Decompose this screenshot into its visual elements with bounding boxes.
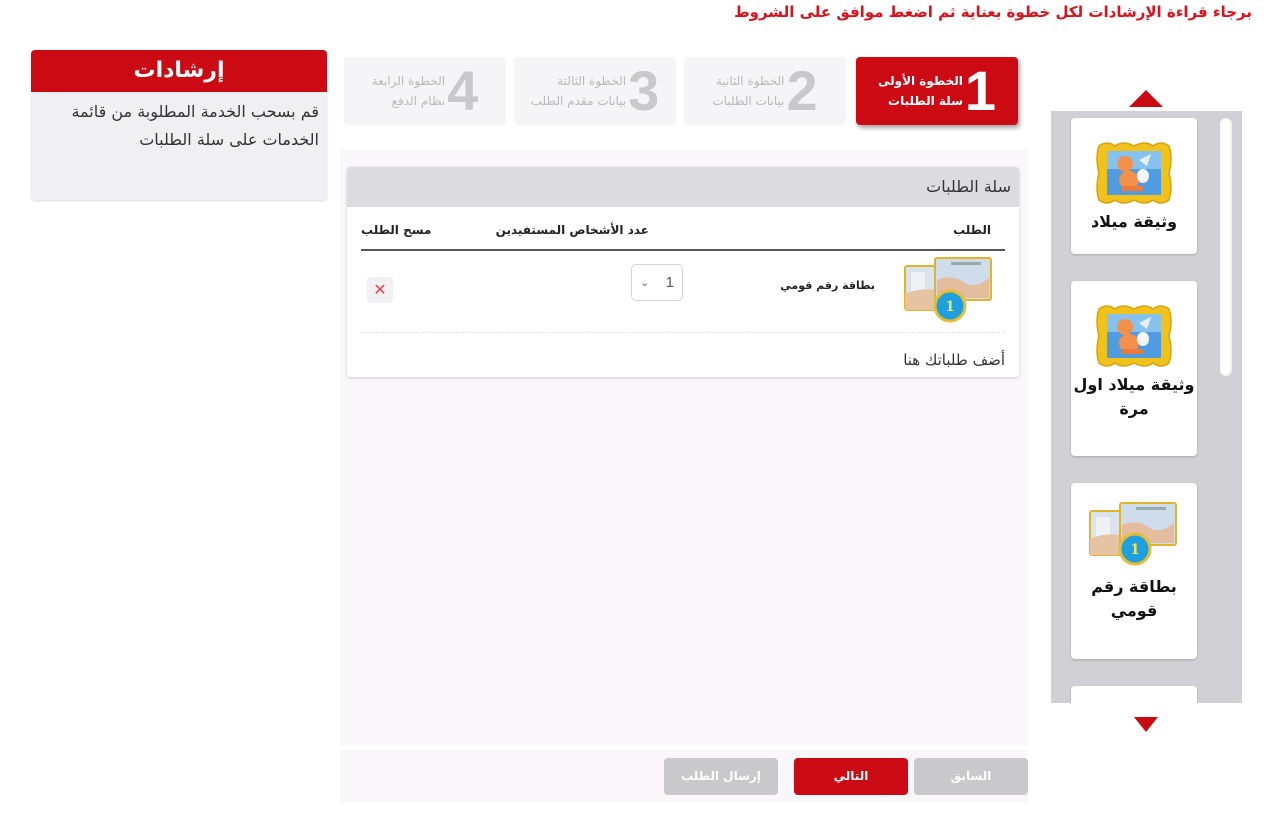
row-badge: 1 bbox=[945, 299, 955, 315]
instructions-panel: إرشادات قم بسحب الخدمة المطلوبة من قائمة… bbox=[31, 50, 327, 200]
service-card[interactable]: 1 بطاقة رقم قومي bbox=[1071, 483, 1197, 659]
step-title: الخطوة الأولى bbox=[877, 74, 963, 88]
step-subtitle: بيانات مقدم الطلب bbox=[530, 94, 627, 108]
next-button[interactable]: التالي bbox=[794, 758, 908, 795]
step-title: الخطوة الرابعة bbox=[371, 74, 446, 88]
step-1[interactable]: 1 الخطوة الأولى سلة الطلبات bbox=[856, 57, 1018, 125]
instructions-title: إرشادات bbox=[31, 50, 327, 92]
service-name: وثيقة ميلاد اول مرة bbox=[1073, 375, 1195, 418]
drop-zone-hint: أضف طلباتك هنا bbox=[903, 351, 1005, 369]
step-subtitle: سلة الطلبات bbox=[888, 94, 963, 108]
step-4[interactable]: 4 الخطوة الرابعة نظام الدفع bbox=[344, 57, 506, 125]
row-request-name: بطاقة رقم قومي bbox=[780, 279, 875, 292]
birth-certificate-icon bbox=[1096, 305, 1172, 367]
basket-title: سلة الطلبات bbox=[347, 167, 1019, 207]
delete-request-button[interactable]: ✕ bbox=[367, 277, 393, 303]
step-2[interactable]: 2 الخطوة الثانية بيانات الطلبات bbox=[684, 57, 846, 125]
instructions-text: قم بسحب الخدمة المطلوبة من قائمة الخدمات… bbox=[71, 102, 319, 149]
basket-table-header: الطلب عدد الأشخاص المستفيدين مسح الطلب bbox=[361, 219, 1005, 251]
service-badge: 1 bbox=[1130, 542, 1140, 558]
requests-basket[interactable]: سلة الطلبات الطلب عدد الأشخاص المستفيدين… bbox=[347, 167, 1019, 377]
step-subtitle: نظام الدفع bbox=[391, 94, 446, 108]
birth-certificate-icon bbox=[1096, 142, 1172, 204]
service-card[interactable] bbox=[1071, 686, 1197, 703]
national-id-card-icon: 1 bbox=[904, 257, 992, 323]
services-list[interactable]: وثيقة ميلاد وثيقة ميلاد اول مرة 1 بطاقة … bbox=[1051, 111, 1242, 703]
steps-wizard: 1 الخطوة الأولى سلة الطلبات 2 الخطوة الث… bbox=[344, 57, 1018, 125]
column-beneficiaries: عدد الأشخاص المستفيدين bbox=[495, 223, 649, 237]
national-id-card-icon: 1 bbox=[1089, 502, 1177, 566]
step-subtitle: بيانات الطلبات bbox=[712, 94, 785, 108]
step-number: 3 bbox=[628, 59, 660, 122]
send-request-button[interactable]: إرسال الطلب bbox=[664, 758, 778, 795]
step-number: 4 bbox=[447, 59, 479, 122]
scroll-up-arrow-icon[interactable] bbox=[1129, 90, 1163, 107]
chevron-down-icon: ⌄ bbox=[640, 277, 650, 289]
step-number: 2 bbox=[786, 59, 818, 122]
column-delete: مسح الطلب bbox=[361, 223, 432, 237]
beneficiaries-select[interactable]: ⌄ 1 bbox=[631, 264, 683, 301]
services-scrollbar[interactable] bbox=[1220, 118, 1232, 376]
step-number: 1 bbox=[964, 59, 997, 122]
step-title: الخطوة الثانية bbox=[715, 74, 785, 88]
step-3[interactable]: 3 الخطوة الثالثة بيانات مقدم الطلب bbox=[514, 57, 676, 125]
service-card[interactable]: وثيقة ميلاد bbox=[1071, 118, 1197, 254]
close-icon: ✕ bbox=[373, 280, 387, 299]
previous-button[interactable]: السابق bbox=[914, 758, 1028, 795]
beneficiaries-value: 1 bbox=[665, 274, 674, 291]
scroll-down-arrow-icon[interactable] bbox=[1134, 717, 1158, 732]
service-name: وثيقة ميلاد bbox=[1090, 212, 1178, 231]
service-card[interactable]: وثيقة ميلاد اول مرة bbox=[1071, 281, 1197, 456]
instructions-notice: برجاء قراءة الإرشادات لكل خطوة بعناية ثم… bbox=[734, 3, 1252, 21]
service-name: بطاقة رقم قومي bbox=[1091, 577, 1177, 620]
column-request: الطلب bbox=[953, 223, 991, 237]
step-title: الخطوة الثالثة bbox=[557, 74, 627, 88]
table-row: 1 بطاقة رقم قومي ⌄ 1 ✕ bbox=[361, 253, 1005, 333]
